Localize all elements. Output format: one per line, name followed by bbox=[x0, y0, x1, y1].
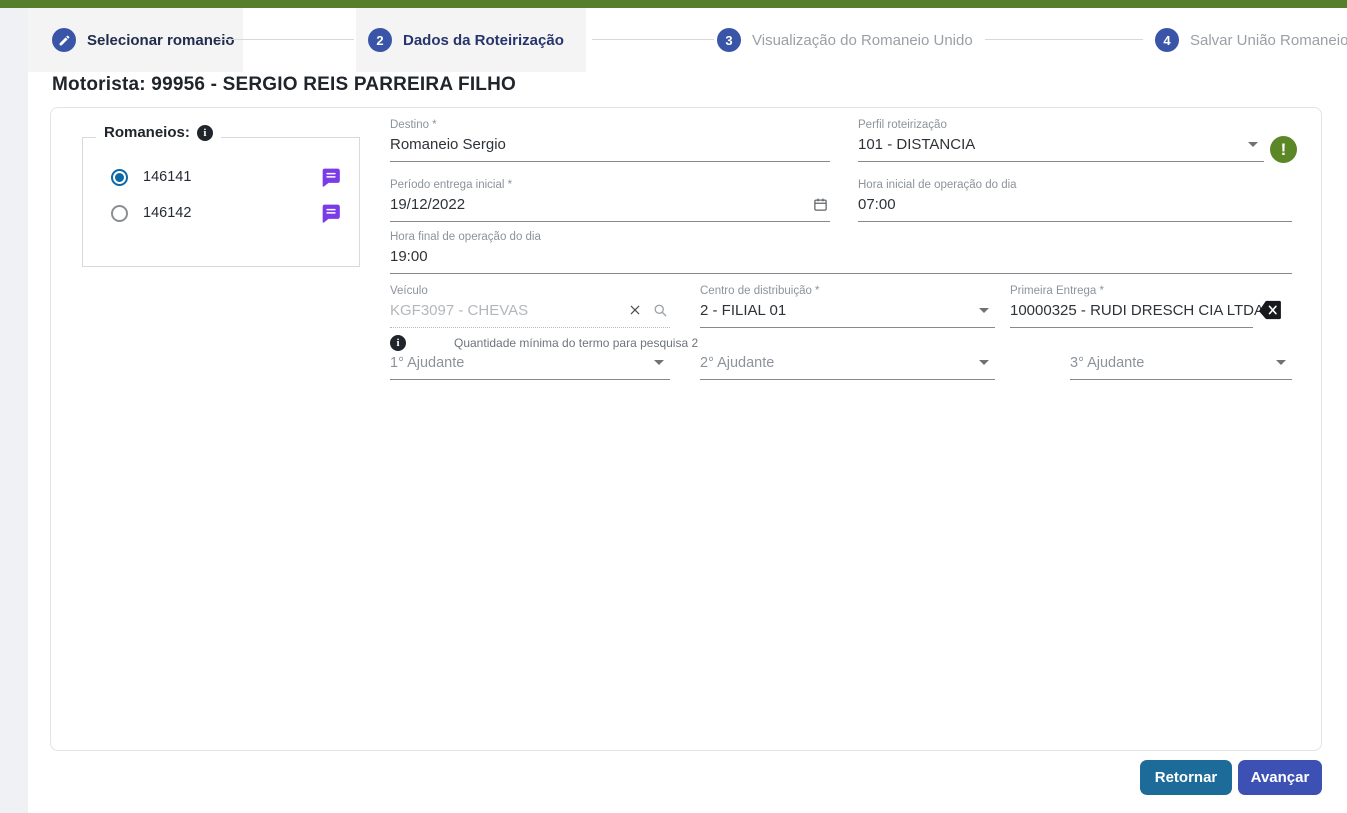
stepper-connector bbox=[592, 39, 714, 40]
backspace-clear-icon[interactable] bbox=[1258, 300, 1282, 320]
top-green-bar bbox=[0, 0, 1347, 8]
step-number-badge: 4 bbox=[1155, 28, 1179, 52]
veiculo-helper-text: Quantidade mínima do termo para pesquisa… bbox=[454, 336, 698, 350]
field-hora-inicial: Hora inicial de operação do dia 07:00 bbox=[858, 179, 1292, 222]
periodo-entrega-inicial-input[interactable]: 19/12/2022 bbox=[390, 194, 830, 222]
search-icon[interactable] bbox=[653, 303, 668, 318]
radio-unselected-icon[interactable] bbox=[111, 205, 128, 222]
romaneio-option-146141[interactable]: 146141 bbox=[111, 166, 341, 188]
romaneio-option-146142[interactable]: 146142 bbox=[111, 202, 341, 224]
ajudante-3-select[interactable]: 3° Ajudante bbox=[1070, 352, 1292, 380]
stepper-step-dados-roteirizacao[interactable]: 2 Dados da Roteirização bbox=[356, 8, 586, 72]
step-number-badge: 3 bbox=[717, 28, 741, 52]
step-label: Visualização do Romaneio Unido bbox=[752, 32, 973, 49]
destino-input[interactable]: Romaneio Sergio bbox=[390, 134, 830, 162]
info-icon[interactable] bbox=[197, 125, 213, 141]
field-centro-distribuicao: Centro de distribuição * 2 - FILIAL 01 bbox=[700, 285, 995, 328]
info-icon[interactable] bbox=[390, 335, 406, 351]
chevron-down-icon[interactable] bbox=[1276, 360, 1286, 365]
step-label: Dados da Roteirização bbox=[403, 32, 564, 49]
chevron-down-icon[interactable] bbox=[979, 360, 989, 365]
hora-inicial-input[interactable]: 07:00 bbox=[858, 194, 1292, 222]
chevron-down-icon[interactable] bbox=[654, 360, 664, 365]
romaneios-legend: Romaneios: bbox=[96, 124, 221, 141]
field-label: Período entrega inicial * bbox=[390, 179, 830, 192]
field-label: Perfil roteirização bbox=[858, 119, 1264, 132]
stepper-connector bbox=[218, 39, 354, 40]
stepper-step-selecionar-romaneio[interactable]: Selecionar romaneio bbox=[28, 8, 243, 72]
field-veiculo: Veículo KGF3097 - CHEVAS Quantidade míni… bbox=[390, 285, 670, 351]
field-label: Veículo bbox=[390, 285, 670, 298]
field-label: Hora final de operação do dia bbox=[390, 231, 1292, 244]
romaneios-group: 146141 146142 bbox=[82, 137, 360, 267]
calendar-icon[interactable] bbox=[813, 197, 828, 212]
stepper-step-salvar-uniao[interactable]: 4 Salvar União Romaneio bbox=[1155, 28, 1347, 52]
ajudante-3-placeholder: 3° Ajudante bbox=[1070, 355, 1144, 371]
field-label: Destino * bbox=[390, 119, 830, 132]
field-perfil-roteirizacao: Perfil roteirização 101 - DISTANCIA bbox=[858, 119, 1264, 162]
radio-selected-icon[interactable] bbox=[111, 169, 128, 186]
chat-comment-icon[interactable] bbox=[321, 167, 341, 187]
romaneios-legend-text: Romaneios: bbox=[104, 124, 190, 141]
left-margin-strip bbox=[0, 8, 28, 813]
stepper-connector bbox=[985, 39, 1143, 40]
chat-comment-icon[interactable] bbox=[321, 203, 341, 223]
pencil-icon bbox=[52, 28, 76, 52]
veiculo-helper: Quantidade mínima do termo para pesquisa… bbox=[390, 335, 670, 351]
centro-distribuicao-select[interactable]: 2 - FILIAL 01 bbox=[700, 300, 995, 328]
stepper-step-visualizacao-romaneio[interactable]: 3 Visualização do Romaneio Unido bbox=[717, 28, 973, 52]
chevron-down-icon[interactable] bbox=[1248, 142, 1258, 147]
field-label: Hora inicial de operação do dia bbox=[858, 179, 1292, 192]
field-ajudante-1: 1° Ajudante bbox=[390, 352, 670, 380]
avancar-button[interactable]: Avançar bbox=[1238, 760, 1322, 795]
romaneio-number: 146142 bbox=[143, 205, 191, 221]
primeira-entrega-input[interactable]: 10000325 - RUDI DRESCH CIA LTDA bbox=[1010, 300, 1253, 328]
field-periodo-entrega-inicial: Período entrega inicial * 19/12/2022 bbox=[390, 179, 830, 222]
retornar-button[interactable]: Retornar bbox=[1140, 760, 1232, 795]
clear-icon[interactable] bbox=[628, 303, 642, 317]
periodo-entrega-inicial-value: 19/12/2022 bbox=[390, 196, 465, 213]
ajudante-2-select[interactable]: 2° Ajudante bbox=[700, 352, 995, 380]
step-number-badge: 2 bbox=[368, 28, 392, 52]
hora-final-input[interactable]: 19:00 bbox=[390, 246, 1292, 274]
field-ajudante-2: 2° Ajudante bbox=[700, 352, 995, 380]
alert-icon[interactable] bbox=[1270, 136, 1297, 163]
romaneio-number: 146141 bbox=[143, 169, 191, 185]
field-destino: Destino * Romaneio Sergio bbox=[390, 119, 830, 162]
ajudante-1-placeholder: 1° Ajudante bbox=[390, 355, 464, 371]
perfil-roteirizacao-value: 101 - DISTANCIA bbox=[858, 136, 975, 153]
step-label: Selecionar romaneio bbox=[87, 32, 235, 49]
field-label: Centro de distribuição * bbox=[700, 285, 995, 298]
veiculo-value: KGF3097 - CHEVAS bbox=[390, 302, 528, 319]
centro-distribuicao-value: 2 - FILIAL 01 bbox=[700, 302, 786, 319]
veiculo-input[interactable]: KGF3097 - CHEVAS bbox=[390, 300, 670, 328]
field-primeira-entrega: Primeira Entrega * 10000325 - RUDI DRESC… bbox=[1010, 285, 1253, 328]
perfil-roteirizacao-select[interactable]: 101 - DISTANCIA bbox=[858, 134, 1264, 162]
field-label: Primeira Entrega * bbox=[1010, 285, 1253, 298]
ajudante-1-select[interactable]: 1° Ajudante bbox=[390, 352, 670, 380]
chevron-down-icon[interactable] bbox=[979, 308, 989, 313]
page-title: Motorista: 99956 - SERGIO REIS PARREIRA … bbox=[52, 74, 516, 96]
field-ajudante-3: 3° Ajudante bbox=[1070, 352, 1292, 380]
step-label: Salvar União Romaneio bbox=[1190, 32, 1347, 49]
ajudante-2-placeholder: 2° Ajudante bbox=[700, 355, 774, 371]
field-hora-final: Hora final de operação do dia 19:00 bbox=[390, 231, 1292, 274]
